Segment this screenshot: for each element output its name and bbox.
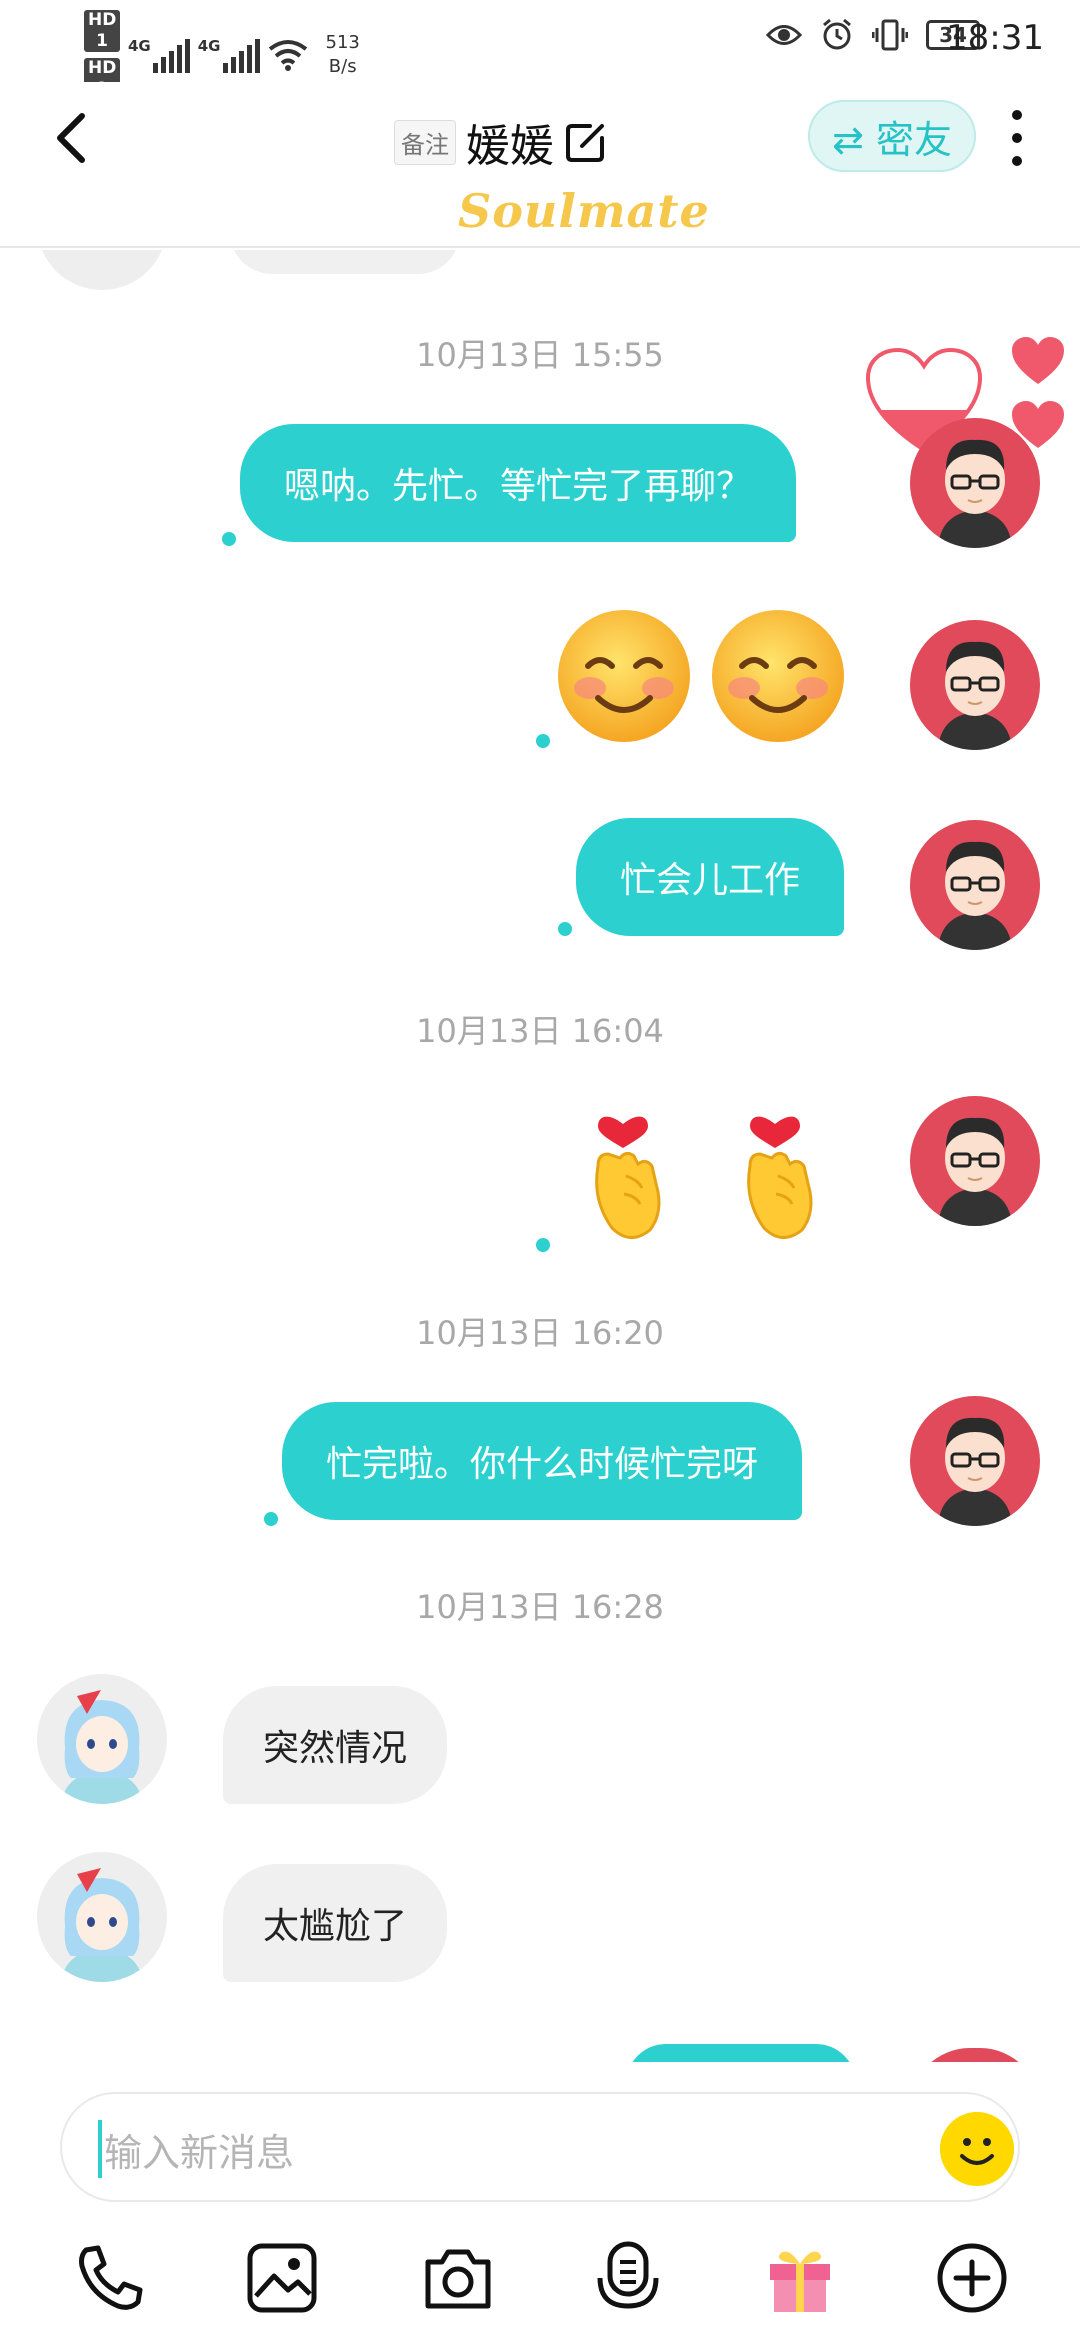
vibrate-icon [872,19,908,51]
my-avatar[interactable] [910,820,1040,950]
outgoing-message[interactable]: 忙完啦。你什么时候忙完呀 [282,1402,803,1520]
hd1-badge: HD 1 [84,10,120,52]
finger-heart-emoji[interactable] [720,1096,830,1246]
signal-1-icon: 4G [128,37,190,73]
status-bar: HD 1 HD 2 4G 4G 513 B/s [0,0,1080,100]
smiling-face-emoji[interactable] [554,606,694,746]
incoming-message[interactable]: 太尴尬了 [223,1864,448,1982]
message-text: 忙完啦。你什么时候忙完呀 [326,1444,759,1485]
contact-avatar[interactable] [37,1674,167,1804]
back-arrow-icon[interactable] [52,108,92,168]
camera-icon[interactable] [420,2240,496,2316]
emoji-button-icon[interactable] [940,2112,1014,2186]
contact-avatar[interactable] [37,1852,167,1982]
message-text: 忙会儿工作 [620,860,801,901]
image-icon[interactable] [244,2240,320,2316]
title-area: 备注 媛媛 [394,110,608,174]
intimate-friend-button[interactable]: ⇄ 密友 [808,100,976,172]
input-placeholder: 输入新消息 [104,2131,295,2175]
my-avatar[interactable] [910,1096,1040,1226]
chat-header: 备注 媛媛 ⇄ 密友 Soulmate [0,82,1080,248]
add-more-icon[interactable] [934,2240,1010,2316]
read-indicator [536,734,550,748]
outgoing-message[interactable]: 忙会儿工作 [576,818,845,936]
contact-name: 媛媛 [466,121,554,172]
read-indicator [264,1512,278,1526]
my-avatar[interactable] [910,418,1040,548]
timestamp: 10月13日 16:04 [416,1012,664,1050]
alarm-icon [823,18,851,50]
message-list[interactable]: 10月13日 15:55 嗯呐。先忙。等忙完了再聊？ 忙会儿工作 10月13日 … [0,250,1080,2062]
soulmate-brand: Soulmate [458,184,710,238]
timestamp: 10月13日 16:28 [416,1588,664,1626]
message-text: 突然情况 [263,1728,408,1769]
my-avatar[interactable] [910,1396,1040,1526]
message-input[interactable]: 输入新消息 [60,2092,1020,2202]
clipped-incoming-bubble [230,250,460,274]
wifi-icon [268,40,307,71]
clock: 18:31 [946,18,1044,58]
outgoing-message[interactable]: 嗯呐。先忙。等忙完了再聊？ [240,424,797,542]
my-avatar [910,2048,1040,2062]
phone-icon[interactable] [72,2240,148,2316]
network-speed: 513 B/s [325,32,360,77]
eye-comfort-icon [766,25,802,45]
voice-icon[interactable] [590,2240,666,2316]
heart-icon [1012,337,1064,384]
more-options-icon[interactable] [1010,110,1024,166]
gift-icon[interactable] [762,2240,838,2316]
read-indicator [222,532,236,546]
remark-tag[interactable]: 备注 [394,119,456,165]
read-indicator [558,922,572,936]
toolbar [0,2230,1080,2330]
my-avatar[interactable] [910,620,1040,750]
message-text: 嗯呐。先忙。等忙完了再聊？ [284,466,753,507]
timestamp: 10月13日 16:20 [416,1314,664,1352]
contact-avatar[interactable] [37,250,167,290]
message-text: 太尴尬了 [263,1906,408,1947]
signal-2-icon: 4G [198,37,260,73]
smiling-face-emoji[interactable] [708,606,848,746]
clipped-outgoing-bubble [626,2044,856,2062]
finger-heart-emoji[interactable] [568,1096,678,1246]
text-cursor [98,2120,102,2178]
read-indicator [536,1238,550,1252]
edit-icon[interactable] [564,120,608,164]
composer: 输入新消息 [0,2062,1080,2340]
incoming-message[interactable]: 突然情况 [223,1686,448,1804]
